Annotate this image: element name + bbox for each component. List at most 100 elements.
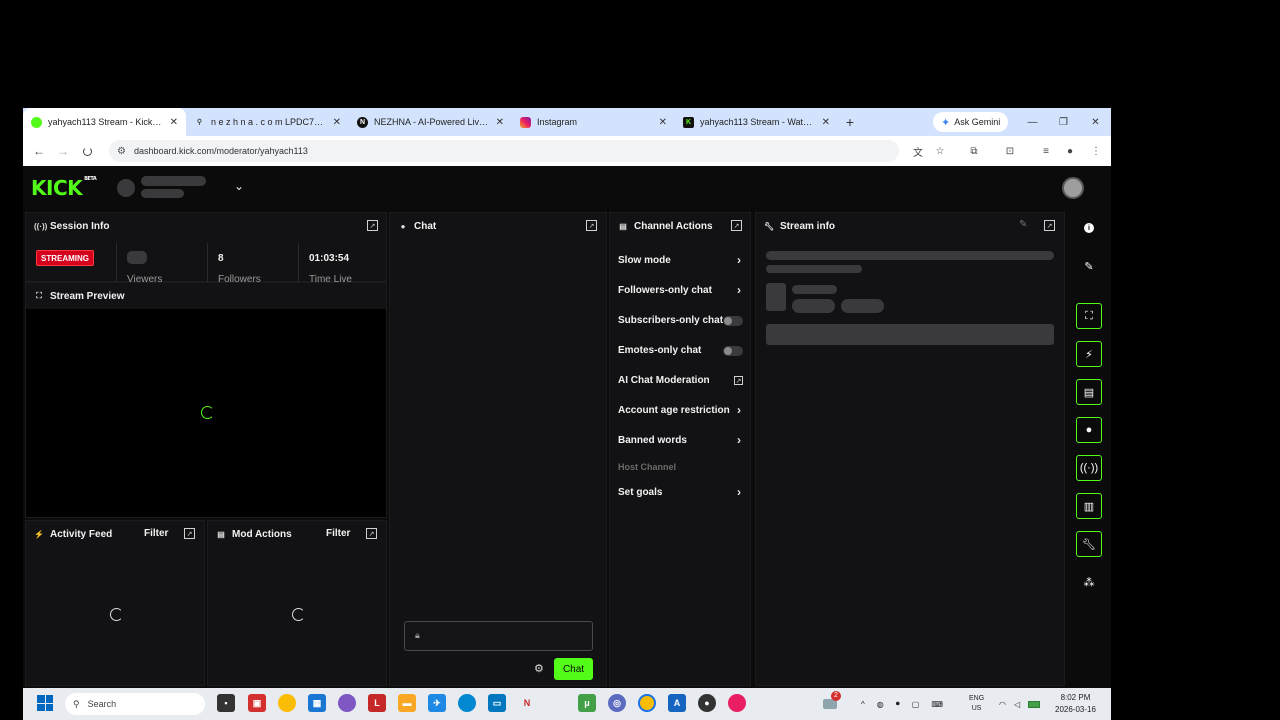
- popout-icon[interactable]: ↗: [586, 220, 597, 231]
- chat-send-button[interactable]: Chat: [554, 658, 593, 680]
- chevron-right-icon[interactable]: ›: [737, 433, 741, 447]
- info-icon[interactable]: i: [1076, 215, 1102, 241]
- browser-tab-kick-watch[interactable]: K yahyach113 Stream - Watch Live ✕: [675, 108, 838, 136]
- close-tab-icon[interactable]: ✕: [333, 117, 341, 128]
- action-ai-chat-moderation[interactable]: AI Chat Moderation: [618, 375, 710, 386]
- popout-icon[interactable]: ↗: [731, 220, 742, 231]
- lightning-icon[interactable]: ⚡︎: [1076, 341, 1102, 367]
- keyboard-icon[interactable]: ⌨: [931, 700, 943, 709]
- reading-list-icon[interactable]: ≡: [1039, 144, 1053, 158]
- browser-tab-instagram[interactable]: Instagram ✕: [512, 108, 675, 136]
- minimize-icon[interactable]: —: [1017, 108, 1048, 136]
- omnibox[interactable]: ⚙ dashboard.kick.com/moderator/yahyach11…: [109, 140, 899, 162]
- kick-logo[interactable]: KICK BETA: [31, 176, 97, 200]
- action-banned-words[interactable]: Banned words: [618, 435, 687, 446]
- profile-extension-icon[interactable]: ●: [1063, 144, 1077, 158]
- clipboard-icon[interactable]: ▤: [1076, 379, 1102, 405]
- new-tab-button[interactable]: +: [838, 114, 862, 130]
- copilot-icon[interactable]: [338, 694, 356, 712]
- app-icon[interactable]: ▣: [248, 694, 266, 712]
- channel-actions-rail-icon[interactable]: ▥: [1076, 493, 1102, 519]
- chevron-right-icon[interactable]: ›: [737, 485, 741, 499]
- tab-search-icon[interactable]: ⊡: [1003, 144, 1017, 158]
- chevron-up-icon[interactable]: ^: [861, 700, 865, 709]
- url-text[interactable]: dashboard.kick.com/moderator/yahyach113: [134, 146, 308, 156]
- address-bar-row: ← → ⚙ dashboard.kick.com/moderator/yahya…: [23, 136, 1111, 166]
- activity-filter-button[interactable]: Filter: [144, 528, 168, 539]
- app-icon[interactable]: ●: [698, 694, 716, 712]
- app-icon[interactable]: [728, 694, 746, 712]
- tab-title: n e z h n a . c o m LPDC79Yb - NEZHNA: [211, 117, 327, 127]
- battery-icon: [1028, 700, 1041, 708]
- ask-gemini-button[interactable]: ✦ Ask Gemini: [933, 112, 1009, 132]
- mod-actions-filter-button[interactable]: Filter: [326, 528, 350, 539]
- restore-icon[interactable]: ❐: [1048, 108, 1079, 136]
- close-tab-icon[interactable]: ✕: [659, 117, 667, 128]
- loading-stop-icon[interactable]: [75, 136, 99, 166]
- tray-app-icon[interactable]: ◍: [877, 700, 884, 709]
- action-followers-only-chat[interactable]: Followers-only chat: [618, 285, 712, 296]
- microphone-icon[interactable]: ⏺: [896, 699, 900, 709]
- chevron-right-icon[interactable]: ›: [737, 403, 741, 417]
- chevron-down-icon[interactable]: ⌄: [234, 179, 244, 193]
- chat-bubble-icon[interactable]: ●: [1076, 417, 1102, 443]
- popout-icon[interactable]: ↗: [1044, 220, 1055, 231]
- broadcast-icon[interactable]: ((·)): [1076, 455, 1102, 481]
- back-arrow-icon[interactable]: ←: [27, 136, 51, 166]
- tray-app-icon[interactable]: ▢: [912, 700, 920, 709]
- taskbar-search-box[interactable]: ⚲ Search: [65, 693, 205, 715]
- close-window-icon[interactable]: ✕: [1080, 108, 1111, 136]
- wrench-icon[interactable]: 🔧︎: [1076, 531, 1102, 557]
- panel-title: Chat: [414, 220, 437, 232]
- extensions-puzzle-icon[interactable]: ⧉: [967, 144, 981, 158]
- subscribers-only-toggle[interactable]: [723, 316, 743, 326]
- app-icon[interactable]: ▪: [217, 694, 235, 712]
- external-link-icon[interactable]: ↗: [734, 376, 743, 385]
- close-tab-icon[interactable]: ✕: [170, 117, 178, 128]
- app-icon[interactable]: ✈: [428, 694, 446, 712]
- language-indicator[interactable]: ENG US: [969, 688, 984, 720]
- site-info-icon[interactable]: ⚙: [117, 146, 126, 157]
- popout-icon[interactable]: ↗: [366, 528, 377, 539]
- folder-icon[interactable]: ▬: [398, 694, 416, 712]
- chrome-icon[interactable]: [278, 694, 296, 712]
- browser-tab-nezhna[interactable]: N NEZHNA - AI-Powered Live Stream ✕: [349, 108, 512, 136]
- action-slow-mode[interactable]: Slow mode: [618, 255, 671, 266]
- stream-preview-rail-icon[interactable]: ⛶: [1076, 303, 1102, 329]
- browser-tab-kick-dashboard[interactable]: yahyach113 Stream - Kick Dashboard ✕: [23, 108, 186, 136]
- app-icon[interactable]: ◎: [608, 694, 626, 712]
- action-set-goals[interactable]: Set goals: [618, 487, 662, 498]
- notification-tray[interactable]: 2: [823, 688, 841, 720]
- close-tab-icon[interactable]: ✕: [496, 117, 504, 128]
- taskbar-clock[interactable]: 8:02 PM 2026-03-16: [1055, 692, 1096, 716]
- system-tray-icons[interactable]: ^ ◍ ⏺ ▢ ⌨: [861, 688, 943, 720]
- app-icon[interactable]: ▭: [488, 694, 506, 712]
- chat-settings-gear-icon[interactable]: ⚙: [534, 662, 544, 675]
- browser-tab-nezhna-search[interactable]: ⚲ n e z h n a . c o m LPDC79Yb - NEZHNA …: [186, 108, 349, 136]
- popout-icon[interactable]: ↗: [367, 220, 378, 231]
- chevron-right-icon[interactable]: ›: [737, 253, 741, 267]
- chrome-menu-icon[interactable]: ⋮: [1089, 144, 1103, 158]
- edge-icon[interactable]: [458, 694, 476, 712]
- bookmark-star-icon[interactable]: ☆: [933, 144, 947, 158]
- translate-icon[interactable]: 文: [911, 144, 925, 159]
- chevron-right-icon[interactable]: ›: [737, 283, 741, 297]
- chrome-active-icon[interactable]: [638, 694, 656, 712]
- close-tab-icon[interactable]: ✕: [822, 117, 830, 128]
- emotes-only-toggle[interactable]: [723, 346, 743, 356]
- action-account-age-restriction[interactable]: Account age restriction: [618, 405, 730, 416]
- quick-settings[interactable]: ◠ ◁: [999, 688, 1041, 720]
- chat-message-input[interactable]: 🔒︎: [404, 621, 593, 651]
- apps-icon[interactable]: ⁂: [1076, 569, 1102, 595]
- app-icon[interactable]: L: [368, 694, 386, 712]
- popout-icon[interactable]: ↗: [184, 528, 195, 539]
- pencil-icon[interactable]: ✎: [1076, 253, 1102, 279]
- store-icon[interactable]: ▦: [308, 694, 326, 712]
- user-avatar[interactable]: [1062, 177, 1084, 199]
- netflix-icon[interactable]: N: [518, 694, 536, 712]
- app-icon[interactable]: A: [668, 694, 686, 712]
- windows-start-icon[interactable]: [37, 695, 53, 711]
- forward-arrow-icon[interactable]: →: [51, 136, 75, 166]
- app-icon[interactable]: μ: [578, 694, 596, 712]
- pencil-edit-icon[interactable]: ✎: [1019, 219, 1027, 230]
